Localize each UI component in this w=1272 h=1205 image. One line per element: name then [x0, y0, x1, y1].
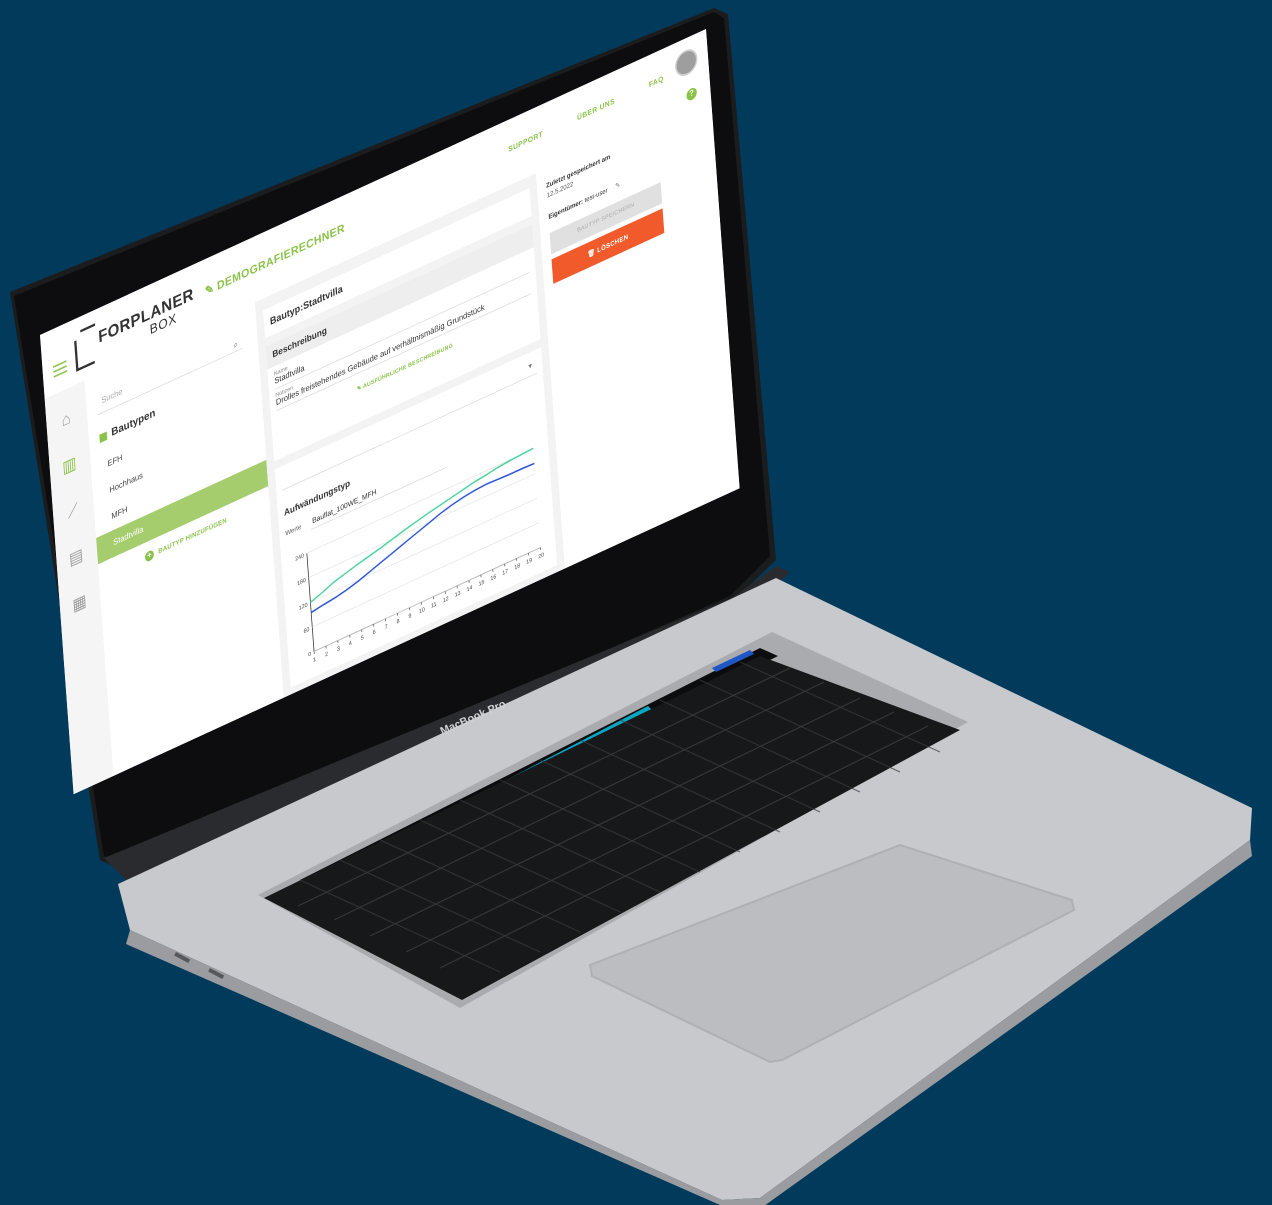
x-tick-label: 5 — [361, 635, 364, 642]
home-icon[interactable]: ⌂ — [56, 406, 75, 434]
chevron-down-icon: ▼ — [527, 361, 534, 372]
delete-label: LÖSCHEN — [596, 232, 629, 255]
values-label: Werte — [285, 522, 302, 538]
sidebar: Suche ⌕ Bautypen EFH Hochhaus MFH Stadtv… — [84, 302, 284, 776]
x-tick-label: 20 — [538, 552, 544, 561]
pencil-icon: ✎ — [204, 280, 215, 298]
x-tick-label: 1 — [313, 657, 316, 664]
x-tick-label: 13 — [455, 590, 461, 599]
x-tick-label: 14 — [467, 585, 474, 594]
nav-support[interactable]: SUPPORT — [508, 129, 543, 153]
y-tick-label: 120 — [299, 602, 308, 612]
x-tick-label: 4 — [349, 640, 353, 648]
x-tick-label: 18 — [514, 563, 520, 572]
owner-label: Eigentümer: — [548, 197, 584, 221]
menu-icon[interactable] — [53, 360, 68, 378]
y-tick-label: 60 — [303, 627, 309, 636]
x-tick-label: 11 — [431, 601, 437, 609]
x-tick-label: 9 — [408, 613, 411, 620]
nav-about[interactable]: ÜBER UNS — [577, 96, 615, 122]
edit-icon[interactable]: ✎ — [615, 180, 621, 190]
owner-value: test-user — [584, 186, 608, 205]
x-tick-label: 2 — [325, 651, 328, 658]
x-tick-label: 15 — [478, 579, 484, 588]
logo-mark — [74, 332, 95, 372]
plus-icon: + — [144, 548, 155, 563]
avatar[interactable] — [674, 45, 699, 81]
x-tick-label: 10 — [419, 607, 425, 616]
chart-icon[interactable]: ⟋ — [63, 498, 82, 526]
y-tick-label: 240 — [295, 553, 304, 563]
nav-faq[interactable]: FAQ — [649, 74, 664, 89]
x-tick-label: 19 — [526, 557, 532, 566]
clipboard-icon[interactable]: ▤ — [67, 543, 86, 571]
x-tick-label: 7 — [385, 624, 388, 631]
search-icon[interactable]: ⌕ — [233, 333, 239, 358]
bautypen-icon — [99, 431, 108, 443]
y-tick-label: 0 — [308, 651, 311, 658]
x-tick-label: 3 — [337, 646, 340, 653]
x-tick-label: 6 — [373, 629, 376, 636]
x-tick-label: 17 — [502, 568, 508, 577]
x-tick-label: 16 — [490, 574, 496, 583]
city-chart-icon[interactable]: ▦ — [70, 589, 89, 617]
search-placeholder: Suche — [101, 387, 123, 406]
y-tick-label: 180 — [297, 578, 306, 588]
building-icon[interactable]: ▥ — [60, 452, 79, 480]
x-tick-label: 8 — [396, 618, 399, 625]
right-panel: Zuletzt gespeichert am 12.5.2022 Eigentü… — [536, 92, 740, 569]
x-tick-label: 12 — [443, 596, 449, 605]
